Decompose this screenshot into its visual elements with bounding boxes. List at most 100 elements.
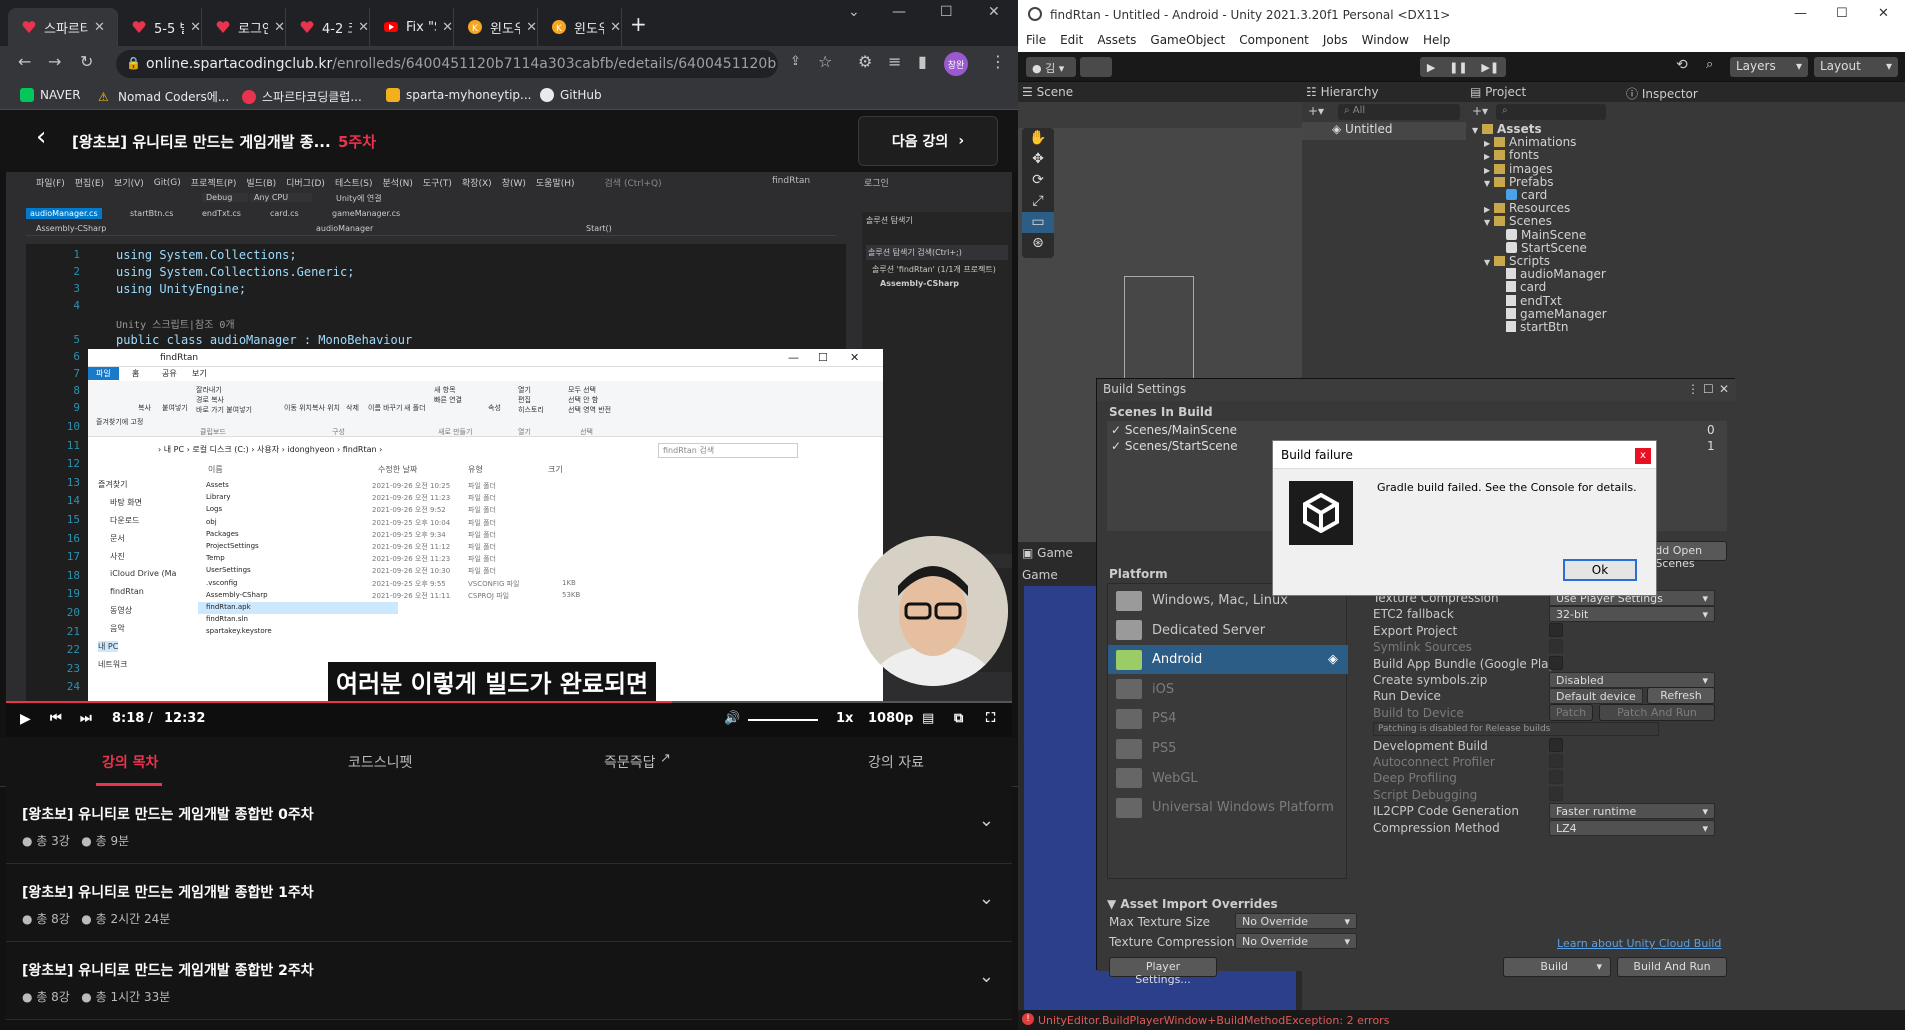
week-item[interactable]: [왕초보] 유니티로 만드는 게임개발 종합반 2주차 ● 총 8강 ● 총 1…: [6, 942, 1012, 1020]
expand-arrow-icon[interactable]: ▼: [1484, 258, 1494, 267]
file-name[interactable]: .vsconfig: [206, 579, 237, 587]
maximize-icon[interactable]: ☐: [1703, 382, 1714, 396]
project-item[interactable]: startBtn: [1496, 320, 1569, 334]
close-tab-icon[interactable]: ✕: [610, 20, 621, 35]
close-tab-icon[interactable]: ✕: [274, 20, 285, 35]
scale-tool-icon[interactable]: ⤢: [1022, 191, 1054, 212]
setting-checkbox[interactable]: [1549, 786, 1563, 801]
volume-icon[interactable]: 🔊: [724, 711, 740, 726]
tab-search-icon[interactable]: ⌄: [848, 4, 860, 20]
close-tab-icon[interactable]: ✕: [358, 20, 369, 35]
account-dropdown[interactable]: ● 김 ▾: [1026, 57, 1076, 77]
address-bar[interactable]: 🔒 online.spartacodingclub.kr/enrolleds/6…: [116, 50, 778, 78]
close-icon[interactable]: ✕: [850, 351, 859, 364]
scene-row[interactable]: ✓ Scenes/MainScene: [1111, 423, 1237, 437]
chevron-down-icon[interactable]: ⌄: [979, 966, 994, 987]
scene-row[interactable]: ✓ Scenes/StartScene: [1111, 439, 1238, 453]
maximize-button[interactable]: ☐: [1836, 6, 1848, 21]
media-icon[interactable]: ≡: [888, 52, 901, 71]
rotate-tool-icon[interactable]: ⟳: [1022, 170, 1054, 191]
platform-item[interactable]: PS4: [1108, 704, 1348, 733]
new-tab-button[interactable]: +: [630, 12, 647, 36]
tab-window2[interactable]: K윈도우1✕: [538, 8, 622, 46]
setting-checkbox[interactable]: [1549, 655, 1563, 670]
maximize-icon[interactable]: ☐: [818, 351, 828, 364]
bookmark-github[interactable]: GitHub: [540, 88, 602, 102]
menu-edit[interactable]: Edit: [1060, 33, 1083, 47]
project-item[interactable]: ▶ images: [1484, 162, 1553, 176]
ok-button[interactable]: Ok: [1563, 559, 1637, 581]
file-name[interactable]: Packages: [206, 530, 239, 538]
layout-dropdown[interactable]: Layout ▾: [1814, 57, 1898, 77]
project-item[interactable]: ▼ Scenes: [1484, 214, 1552, 228]
setting-dropdown[interactable]: LZ4 ▾: [1549, 819, 1715, 836]
transform-tool-icon[interactable]: ⊛: [1022, 233, 1054, 254]
video-player[interactable]: 파일(F) 편집(E) 보기(V) Git(G) 프로젝트(P) 빌드(B) 디버그(D) 테…: [6, 172, 1012, 737]
menu-component[interactable]: Component: [1239, 33, 1309, 47]
file-name[interactable]: findRtan.sln: [206, 615, 248, 623]
expand-arrow-icon[interactable]: ▼: [1484, 218, 1494, 227]
project-item[interactable]: ▼ Prefabs: [1484, 175, 1554, 189]
status-bar[interactable]: ! UnityEditor.BuildPlayerWindow+BuildMet…: [1018, 1010, 1905, 1030]
file-name[interactable]: Temp: [206, 554, 225, 562]
move-tool-icon[interactable]: ✥: [1022, 149, 1054, 170]
back-chevron-icon[interactable]: ‹: [36, 122, 46, 152]
file-name[interactable]: Assets: [206, 481, 229, 489]
menu-file[interactable]: File: [1026, 33, 1046, 47]
minimize-button[interactable]: —: [1794, 6, 1807, 21]
menu-gameobject[interactable]: GameObject: [1150, 33, 1225, 47]
file-name[interactable]: ProjectSettings: [206, 542, 259, 550]
expand-arrow-icon[interactable]: ▼: [1484, 179, 1494, 188]
tab-sparta[interactable]: 스파르타 ✕: [8, 8, 118, 46]
setting-checkbox[interactable]: [1549, 737, 1563, 752]
share-icon[interactable]: ⇪: [790, 54, 801, 69]
close-tab-icon[interactable]: ✕: [94, 20, 105, 35]
kebab-menu-icon[interactable]: ⋮: [1687, 382, 1699, 396]
build-and-run-button[interactable]: Build And Run: [1617, 957, 1727, 977]
tab-project[interactable]: ▤ Project: [1470, 85, 1526, 99]
setting-checkbox[interactable]: [1549, 754, 1563, 768]
tab-game[interactable]: ▣ Game: [1022, 546, 1073, 560]
close-tab-icon[interactable]: ✕: [190, 20, 201, 35]
dialog-close-button[interactable]: x: [1635, 448, 1651, 464]
side-panel-icon[interactable]: ▮: [918, 52, 927, 71]
expand-arrow-icon[interactable]: ▶: [1484, 166, 1494, 175]
fullscreen-icon[interactable]: ⛶: [986, 711, 995, 726]
build-button[interactable]: Build ▾: [1503, 957, 1611, 977]
hierarchy-search[interactable]: ⌕ All: [1338, 104, 1460, 120]
bookmark-star-icon[interactable]: ☆: [818, 52, 832, 71]
menu-jobs[interactable]: Jobs: [1323, 33, 1348, 47]
chevron-down-icon[interactable]: ⌄: [979, 888, 994, 909]
tab-hierarchy[interactable]: ☷ Hierarchy: [1306, 85, 1379, 99]
patch-and-run-button[interactable]: Patch And Run: [1599, 703, 1715, 721]
project-search[interactable]: ⌕: [1496, 104, 1606, 120]
week-item[interactable]: [왕초보] 유니티로 만드는 게임개발 종합반 0주차 ● 총 3강 ● 총 9…: [6, 786, 1012, 864]
search-icon[interactable]: ⌕: [1706, 57, 1713, 72]
setting-dropdown[interactable]: 32-bit ▾: [1549, 606, 1715, 623]
setting-checkbox[interactable]: [1549, 622, 1563, 637]
minimize-icon[interactable]: —: [788, 351, 799, 364]
project-item[interactable]: card: [1496, 188, 1547, 202]
maximize-button[interactable]: ☐: [940, 4, 953, 20]
project-item[interactable]: ▼ Scripts: [1484, 254, 1550, 268]
bookmark-nomad[interactable]: ⚠ Nomad Coders에...: [98, 88, 229, 105]
close-tab-icon[interactable]: ✕: [442, 20, 453, 35]
close-window-button[interactable]: ✕: [1878, 6, 1889, 21]
project-item[interactable]: ▶ Animations: [1484, 135, 1576, 149]
platform-item[interactable]: WebGL: [1108, 764, 1348, 793]
tab-snippets[interactable]: 코드스니펫: [348, 752, 412, 772]
project-item[interactable]: audioManager: [1496, 267, 1606, 281]
chevron-down-icon[interactable]: ⌄: [979, 810, 994, 831]
file-name[interactable]: UserSettings: [206, 566, 251, 574]
bookmark-honeytip[interactable]: sparta-myhoneytip...: [386, 88, 531, 102]
layers-dropdown[interactable]: Layers ▾: [1730, 57, 1808, 77]
project-item[interactable]: ▶ fonts: [1484, 148, 1539, 162]
platform-item[interactable]: PS5: [1108, 734, 1348, 763]
file-name[interactable]: Logs: [206, 505, 222, 513]
week-item[interactable]: [왕초보] 유니티로 만드는 게임개발 종합반 1주차 ● 총 8강 ● 총 2…: [6, 864, 1012, 942]
setting-dropdown[interactable]: Faster runtime ▾: [1549, 803, 1715, 820]
step-icon[interactable]: ▶❚: [1481, 61, 1499, 74]
cloud-icon[interactable]: [1080, 57, 1112, 77]
close-icon[interactable]: ✕: [1719, 382, 1729, 396]
bookmark-sparta[interactable]: 스파르타코딩클럽...: [242, 88, 362, 105]
